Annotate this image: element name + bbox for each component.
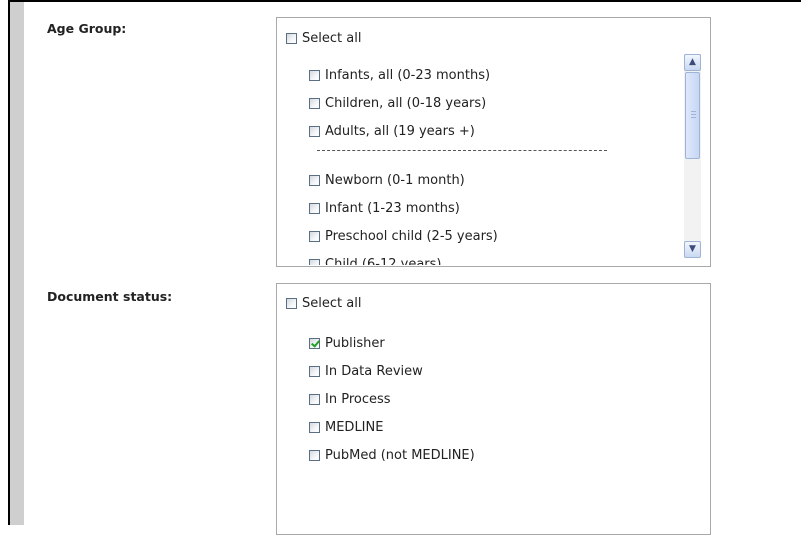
age-group-box: Select all Infants, all (0-23 months) Ch… (276, 17, 711, 267)
status-option-label[interactable]: Publisher (325, 336, 385, 351)
left-border (8, 0, 10, 525)
status-option-checkbox-checked[interactable] (309, 338, 320, 349)
document-status-label: Document status: (47, 289, 173, 304)
age-option-label[interactable]: Adults, all (19 years +) (325, 124, 475, 139)
status-option-label[interactable]: In Data Review (325, 364, 423, 379)
top-border (8, 0, 801, 2)
age-option-checkbox[interactable] (309, 70, 320, 81)
age-option-label[interactable]: Infants, all (0-23 months) (325, 68, 490, 83)
left-gray-bar (10, 0, 24, 525)
age-option-checkbox[interactable] (309, 231, 320, 242)
age-option-label[interactable]: Child (6-12 years) (325, 257, 441, 265)
age-option-checkbox[interactable] (309, 259, 320, 265)
age-option-checkbox[interactable] (309, 126, 320, 137)
age-select-all-label[interactable]: Select all (302, 31, 361, 46)
age-option-checkbox[interactable] (309, 98, 320, 109)
age-option-label[interactable]: Children, all (0-18 years) (325, 96, 486, 111)
age-option-checkbox[interactable] (309, 203, 320, 214)
age-group-scrollbar[interactable]: ▲ ▼ (684, 54, 701, 258)
age-option-label[interactable]: Preschool child (2-5 years) (325, 229, 498, 244)
age-option-checkbox[interactable] (309, 175, 320, 186)
status-option-label[interactable]: In Process (325, 392, 391, 407)
status-option-label[interactable]: MEDLINE (325, 420, 383, 435)
scroll-up-button[interactable]: ▲ (684, 54, 701, 71)
age-group-label: Age Group: (47, 21, 127, 36)
document-status-box: Select all Publisher In Data Review In P… (276, 283, 711, 535)
age-option-label[interactable]: Infant (1-23 months) (325, 201, 460, 216)
status-option-checkbox[interactable] (309, 422, 320, 433)
status-option-checkbox[interactable] (309, 394, 320, 405)
age-options-separator (317, 150, 607, 151)
age-select-all-checkbox[interactable] (286, 33, 297, 44)
age-option-label[interactable]: Newborn (0-1 month) (325, 173, 465, 188)
status-option-label[interactable]: PubMed (not MEDLINE) (325, 448, 475, 463)
status-option-checkbox[interactable] (309, 450, 320, 461)
age-group-scroll-list[interactable]: Infants, all (0-23 months) Children, all… (277, 54, 685, 265)
status-option-checkbox[interactable] (309, 366, 320, 377)
scroll-down-button[interactable]: ▼ (684, 241, 701, 258)
status-select-all-label[interactable]: Select all (302, 296, 361, 311)
scrollbar-thumb[interactable] (685, 72, 700, 159)
status-select-all-checkbox[interactable] (286, 298, 297, 309)
